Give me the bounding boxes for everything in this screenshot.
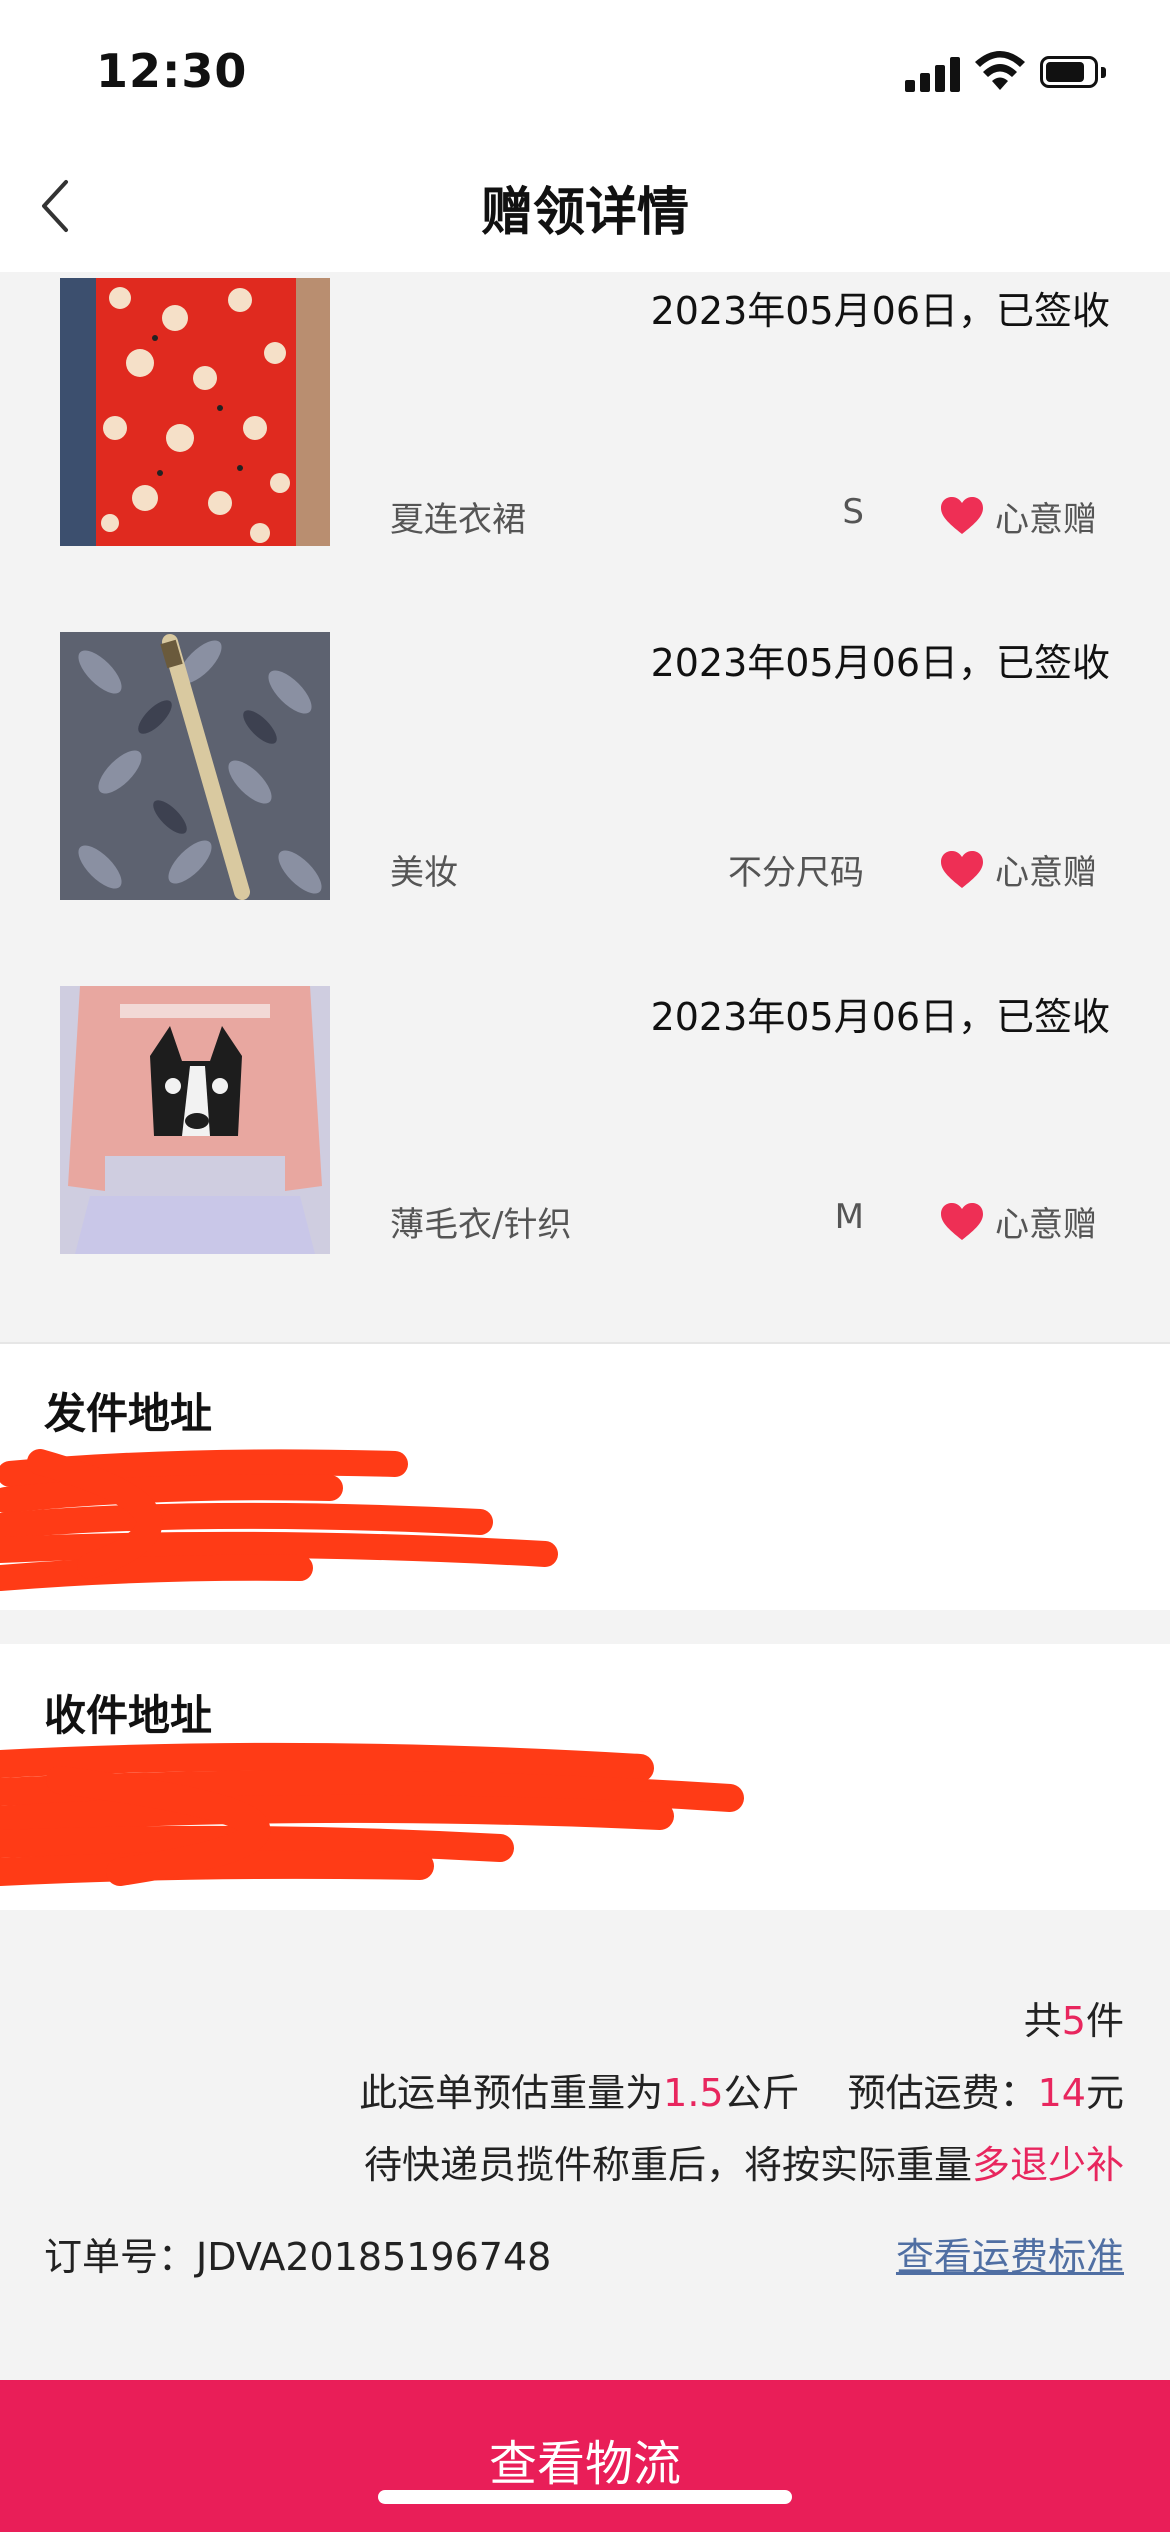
item-date: 2023年05月06日，已签收 <box>650 641 1110 685</box>
item-size: M <box>834 1197 864 1237</box>
status-time: 12:30 <box>96 44 248 98</box>
status-bar: 12:30 <box>0 0 1170 150</box>
item-size: 不分尺码 <box>728 853 864 893</box>
receiver-address-card: 收件地址 <box>0 1644 1170 1910</box>
item-category: 美妆 <box>390 853 458 893</box>
dress-photo <box>60 278 330 546</box>
list-item[interactable]: 2023年05月06日，已签收 美妆 不分尺码 心意赠 <box>0 600 1170 954</box>
makeup-photo <box>60 632 330 900</box>
wifi-icon <box>975 51 1025 90</box>
item-date: 2023年05月06日，已签收 <box>650 995 1110 1039</box>
order-number: 订单号：JDVA20185196748 <box>44 2235 552 2279</box>
redacted-scribble <box>0 1449 558 1591</box>
weighing-note: 待快递员揽件称重后，将按实际重量多退少补 <box>363 2143 1124 2187</box>
item-tag: 心意赠 <box>995 1205 1097 1245</box>
sender-address-card: 发件地址 <box>0 1344 1170 1610</box>
item-category: 薄毛衣/针织 <box>390 1205 572 1245</box>
home-indicator <box>378 2490 792 2504</box>
battery-icon <box>1040 56 1106 90</box>
item-category: 夏连衣裙 <box>390 500 526 540</box>
sweater-photo <box>60 986 330 1254</box>
redacted-scribble <box>0 1742 744 1886</box>
item-tag: 心意赠 <box>995 500 1097 540</box>
heart-icon <box>941 497 983 534</box>
shipping-fee-standard-link[interactable]: 查看运费标准 <box>896 2226 1124 2281</box>
item-size: S <box>842 492 864 532</box>
heart-icon <box>941 851 983 888</box>
item-date: 2023年05月06日，已签收 <box>650 289 1110 333</box>
item-count: 共5件 <box>1023 1999 1124 2043</box>
weight-and-fee: 此运单预估重量为1.5公斤 预估运费：14元 <box>359 2071 1124 2115</box>
cellular-signal-icon <box>905 56 961 92</box>
view-logistics-label: 查看物流 <box>488 2436 681 2492</box>
sender-address-title: 发件地址 <box>44 1389 213 1438</box>
item-tag: 心意赠 <box>995 853 1097 893</box>
list-item[interactable]: 2023年05月06日，已签收 薄毛衣/针织 M 心意赠 <box>0 952 1170 1344</box>
list-item[interactable]: 2023年05月06日，已签收 夏连衣裙 S 心意赠 <box>0 272 1170 602</box>
receiver-address-title: 收件地址 <box>44 1691 213 1740</box>
heart-icon <box>941 1203 983 1240</box>
page-title: 赠领详情 <box>480 183 689 243</box>
